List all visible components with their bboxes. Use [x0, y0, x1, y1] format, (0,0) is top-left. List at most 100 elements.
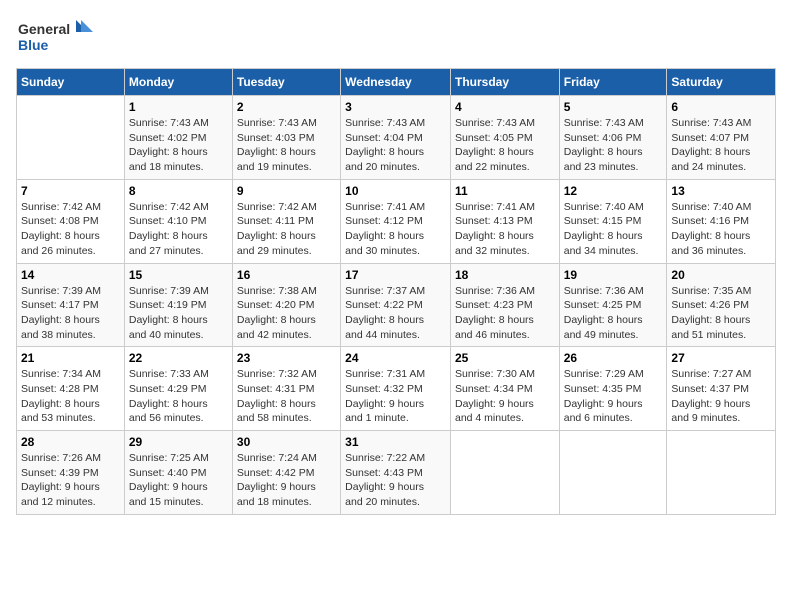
day-info: Sunrise: 7:36 AM Sunset: 4:25 PM Dayligh… [564, 284, 663, 343]
calendar-cell: 10 Sunrise: 7:41 AM Sunset: 4:12 PM Dayli… [341, 179, 451, 263]
day-info: Sunrise: 7:43 AM Sunset: 4:07 PM Dayligh… [671, 116, 771, 175]
day-info: Sunrise: 7:37 AM Sunset: 4:22 PM Dayligh… [345, 284, 446, 343]
day-number: 14 [21, 268, 120, 282]
calendar-cell: 16 Sunrise: 7:38 AM Sunset: 4:20 PM Dayli… [232, 263, 340, 347]
day-number: 26 [564, 351, 663, 365]
calendar-cell: 15 Sunrise: 7:39 AM Sunset: 4:19 PM Dayli… [124, 263, 232, 347]
day-number: 25 [455, 351, 555, 365]
logo-icon: GeneralBlue [16, 16, 96, 56]
day-number: 27 [671, 351, 771, 365]
day-info: Sunrise: 7:40 AM Sunset: 4:16 PM Dayligh… [671, 200, 771, 259]
day-number: 9 [237, 184, 336, 198]
day-number: 30 [237, 435, 336, 449]
day-info: Sunrise: 7:35 AM Sunset: 4:26 PM Dayligh… [671, 284, 771, 343]
calendar-cell: 2Sunrise: 7:43 AM Sunset: 4:03 PM Daylig… [232, 96, 340, 180]
day-number: 4 [455, 100, 555, 114]
calendar-cell: 13 Sunrise: 7:40 AM Sunset: 4:16 PM Dayli… [667, 179, 776, 263]
day-number: 20 [671, 268, 771, 282]
weekday-header: Wednesday [341, 69, 451, 96]
day-info: Sunrise: 7:43 AM Sunset: 4:05 PM Dayligh… [455, 116, 555, 175]
day-info: Sunrise: 7:24 AM Sunset: 4:42 PM Dayligh… [237, 451, 336, 510]
calendar-cell [450, 431, 559, 515]
calendar-week-row: 1Sunrise: 7:43 AM Sunset: 4:02 PM Daylig… [17, 96, 776, 180]
calendar-cell: 18Sunrise: 7:36 AM Sunset: 4:23 PM Dayli… [450, 263, 559, 347]
calendar-cell: 26 Sunrise: 7:29 AM Sunset: 4:35 PM Dayli… [559, 347, 667, 431]
calendar-cell: 29 Sunrise: 7:25 AM Sunset: 4:40 PM Dayli… [124, 431, 232, 515]
day-info: Sunrise: 7:25 AM Sunset: 4:40 PM Dayligh… [129, 451, 228, 510]
calendar-week-row: 7 Sunrise: 7:42 AM Sunset: 4:08 PM Daylig… [17, 179, 776, 263]
calendar-table: SundayMondayTuesdayWednesdayThursdayFrid… [16, 68, 776, 515]
calendar-week-row: 28 Sunrise: 7:26 AM Sunset: 4:39 PM Dayli… [17, 431, 776, 515]
calendar-cell: 5 Sunrise: 7:43 AM Sunset: 4:06 PM Daylig… [559, 96, 667, 180]
calendar-week-row: 14 Sunrise: 7:39 AM Sunset: 4:17 PM Dayli… [17, 263, 776, 347]
day-info: Sunrise: 7:31 AM Sunset: 4:32 PM Dayligh… [345, 367, 446, 426]
day-info: Sunrise: 7:22 AM Sunset: 4:43 PM Dayligh… [345, 451, 446, 510]
day-info: Sunrise: 7:42 AM Sunset: 4:08 PM Dayligh… [21, 200, 120, 259]
calendar-cell: 14 Sunrise: 7:39 AM Sunset: 4:17 PM Dayli… [17, 263, 125, 347]
weekday-header: Sunday [17, 69, 125, 96]
day-number: 31 [345, 435, 446, 449]
calendar-cell: 11Sunrise: 7:41 AM Sunset: 4:13 PM Dayli… [450, 179, 559, 263]
calendar-cell: 6 Sunrise: 7:43 AM Sunset: 4:07 PM Daylig… [667, 96, 776, 180]
calendar-cell: 25Sunrise: 7:30 AM Sunset: 4:34 PM Dayli… [450, 347, 559, 431]
day-number: 16 [237, 268, 336, 282]
calendar-cell: 30 Sunrise: 7:24 AM Sunset: 4:42 PM Dayli… [232, 431, 340, 515]
day-number: 22 [129, 351, 228, 365]
svg-text:General: General [18, 21, 70, 37]
day-info: Sunrise: 7:41 AM Sunset: 4:12 PM Dayligh… [345, 200, 446, 259]
calendar-cell: 4 Sunrise: 7:43 AM Sunset: 4:05 PM Daylig… [450, 96, 559, 180]
weekday-header-row: SundayMondayTuesdayWednesdayThursdayFrid… [17, 69, 776, 96]
day-info: Sunrise: 7:43 AM Sunset: 4:04 PM Dayligh… [345, 116, 446, 175]
day-number: 3 [345, 100, 446, 114]
day-number: 28 [21, 435, 120, 449]
weekday-header: Tuesday [232, 69, 340, 96]
calendar-cell: 27 Sunrise: 7:27 AM Sunset: 4:37 PM Dayli… [667, 347, 776, 431]
calendar-cell: 24 Sunrise: 7:31 AM Sunset: 4:32 PM Dayli… [341, 347, 451, 431]
calendar-cell: 23Sunrise: 7:32 AM Sunset: 4:31 PM Dayli… [232, 347, 340, 431]
day-info: Sunrise: 7:26 AM Sunset: 4:39 PM Dayligh… [21, 451, 120, 510]
day-number: 6 [671, 100, 771, 114]
calendar-cell: 1Sunrise: 7:43 AM Sunset: 4:02 PM Daylig… [124, 96, 232, 180]
weekday-header: Friday [559, 69, 667, 96]
day-number: 13 [671, 184, 771, 198]
calendar-cell [667, 431, 776, 515]
day-info: Sunrise: 7:43 AM Sunset: 4:06 PM Dayligh… [564, 116, 663, 175]
day-number: 5 [564, 100, 663, 114]
day-number: 17 [345, 268, 446, 282]
weekday-header: Monday [124, 69, 232, 96]
day-number: 10 [345, 184, 446, 198]
day-number: 21 [21, 351, 120, 365]
day-info: Sunrise: 7:27 AM Sunset: 4:37 PM Dayligh… [671, 367, 771, 426]
calendar-cell: 22 Sunrise: 7:33 AM Sunset: 4:29 PM Dayli… [124, 347, 232, 431]
page-header: GeneralBlue [16, 16, 776, 56]
day-number: 12 [564, 184, 663, 198]
calendar-cell [559, 431, 667, 515]
day-info: Sunrise: 7:32 AM Sunset: 4:31 PM Dayligh… [237, 367, 336, 426]
day-number: 24 [345, 351, 446, 365]
day-info: Sunrise: 7:38 AM Sunset: 4:20 PM Dayligh… [237, 284, 336, 343]
weekday-header: Saturday [667, 69, 776, 96]
calendar-cell: 12Sunrise: 7:40 AM Sunset: 4:15 PM Dayli… [559, 179, 667, 263]
calendar-cell: 28 Sunrise: 7:26 AM Sunset: 4:39 PM Dayli… [17, 431, 125, 515]
day-number: 11 [455, 184, 555, 198]
day-number: 18 [455, 268, 555, 282]
day-number: 7 [21, 184, 120, 198]
day-info: Sunrise: 7:39 AM Sunset: 4:19 PM Dayligh… [129, 284, 228, 343]
svg-text:Blue: Blue [18, 37, 49, 53]
day-info: Sunrise: 7:42 AM Sunset: 4:11 PM Dayligh… [237, 200, 336, 259]
day-info: Sunrise: 7:39 AM Sunset: 4:17 PM Dayligh… [21, 284, 120, 343]
day-number: 29 [129, 435, 228, 449]
calendar-cell: 17 Sunrise: 7:37 AM Sunset: 4:22 PM Dayli… [341, 263, 451, 347]
calendar-cell: 9 Sunrise: 7:42 AM Sunset: 4:11 PM Daylig… [232, 179, 340, 263]
day-number: 15 [129, 268, 228, 282]
calendar-cell: 8Sunrise: 7:42 AM Sunset: 4:10 PM Daylig… [124, 179, 232, 263]
day-info: Sunrise: 7:29 AM Sunset: 4:35 PM Dayligh… [564, 367, 663, 426]
calendar-cell: 31 Sunrise: 7:22 AM Sunset: 4:43 PM Dayli… [341, 431, 451, 515]
logo: GeneralBlue [16, 16, 96, 56]
calendar-cell [17, 96, 125, 180]
calendar-cell: 7 Sunrise: 7:42 AM Sunset: 4:08 PM Daylig… [17, 179, 125, 263]
weekday-header: Thursday [450, 69, 559, 96]
calendar-cell: 3 Sunrise: 7:43 AM Sunset: 4:04 PM Daylig… [341, 96, 451, 180]
day-number: 8 [129, 184, 228, 198]
day-info: Sunrise: 7:33 AM Sunset: 4:29 PM Dayligh… [129, 367, 228, 426]
